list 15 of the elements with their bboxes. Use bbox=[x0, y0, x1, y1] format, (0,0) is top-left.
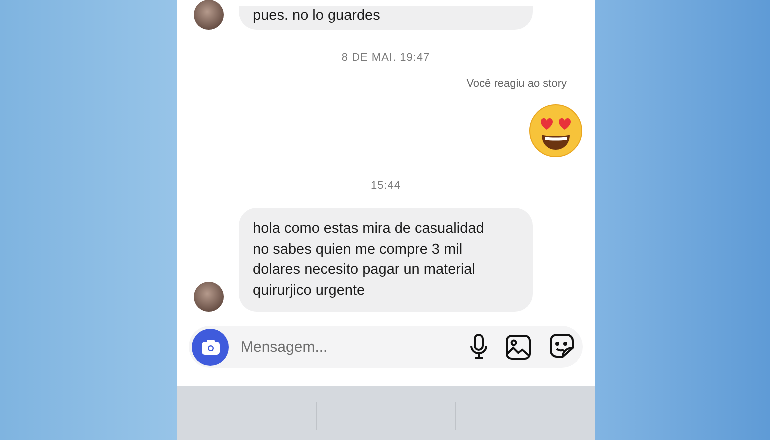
avatar[interactable] bbox=[194, 282, 224, 312]
reaction-note: Você reagiu ao story bbox=[466, 78, 567, 90]
image-icon[interactable] bbox=[506, 334, 531, 360]
message-composer[interactable]: Mensagem... bbox=[189, 326, 583, 368]
avatar[interactable] bbox=[194, 0, 224, 30]
timestamp: 8 DE MAI. 19:47 bbox=[342, 52, 430, 64]
sticker-icon[interactable] bbox=[549, 334, 575, 360]
message-bubble: pues. no lo guardes bbox=[239, 6, 533, 30]
message-input[interactable]: Mensagem... bbox=[239, 338, 460, 356]
message-bubble: hola como estas mira de casualidad no sabes quien me compre 3 mil dolares necesito pagar un material quirurjico urgente bbox=[239, 208, 533, 312]
camera-button[interactable] bbox=[192, 328, 229, 366]
microphone-icon[interactable] bbox=[470, 334, 488, 360]
timestamp: 15:44 bbox=[370, 180, 402, 192]
camera-icon bbox=[200, 338, 220, 356]
heart-eyes-emoji-icon bbox=[529, 104, 583, 158]
